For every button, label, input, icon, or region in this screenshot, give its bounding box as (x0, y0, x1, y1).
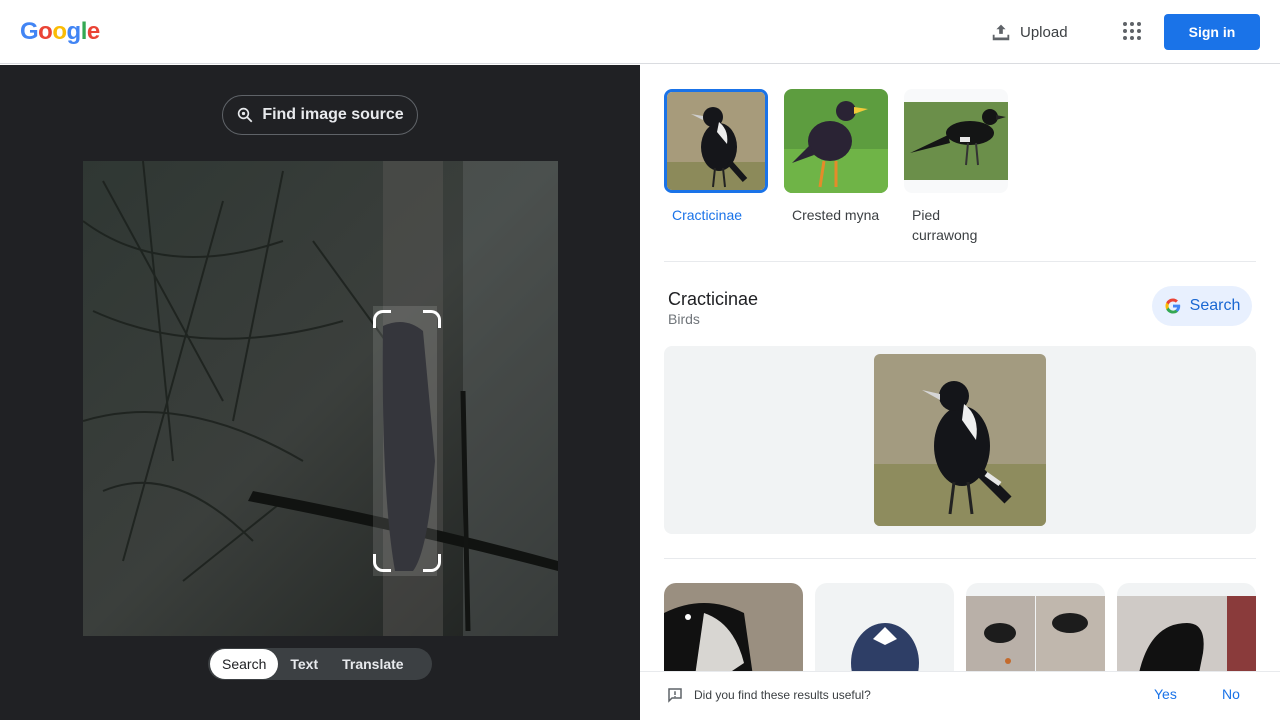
logo-letter: e (86, 18, 100, 45)
chip-thumbnail (784, 89, 888, 193)
upload-icon (992, 24, 1010, 41)
result-thumbnail[interactable] (664, 583, 803, 683)
feedback-no-button[interactable]: No (1222, 686, 1240, 702)
tab-search[interactable]: Search (210, 649, 279, 679)
sign-in-button[interactable]: Sign in (1164, 14, 1260, 50)
chip-thumbnail (904, 89, 1008, 193)
results-panel: Cracticinae Crested myna Pied currawong … (640, 65, 1280, 720)
apps-grid-icon[interactable] (1118, 18, 1146, 46)
entity-image (874, 354, 1046, 526)
logo-letter: o (38, 18, 53, 45)
entity-chips: Cracticinae Crested myna Pied currawong (664, 89, 1008, 245)
entity-subtitle: Birds (668, 311, 700, 327)
top-bar: Google Upload Sign in (0, 0, 1280, 64)
google-search-button[interactable]: Search (1152, 286, 1252, 326)
chip-cracticinae[interactable]: Cracticinae (664, 89, 768, 245)
chip-thumbnail (664, 89, 768, 193)
logo-letter: g (66, 18, 82, 45)
visual-matches (664, 583, 1256, 683)
source-image-panel: Find image source Search Text Translate (0, 65, 640, 720)
mode-tabs: Search Text Translate (208, 648, 432, 680)
divider (664, 261, 1256, 262)
google-search-label: Search (1189, 297, 1241, 314)
chip-label: Crested myna (792, 207, 880, 223)
chip-label: Cracticinae (672, 207, 743, 223)
google-g-icon (1165, 298, 1180, 314)
result-thumbnail[interactable] (966, 583, 1105, 683)
chip-pied-currawong[interactable]: Pied currawong (904, 89, 1008, 245)
feedback-bar: Did you find these results useful? Yes N… (640, 671, 1280, 720)
find-image-source-button[interactable]: Find image source (222, 95, 418, 135)
entity-image-card[interactable] (664, 346, 1256, 534)
crop-handle-top-right[interactable] (423, 310, 441, 328)
tab-text[interactable]: Text (278, 649, 330, 679)
upload-label: Upload (1020, 23, 1068, 41)
uploaded-image (83, 161, 558, 636)
entity-title: Cracticinae (668, 289, 759, 309)
lens-search-icon (238, 107, 253, 123)
crop-handle-top-left[interactable] (373, 310, 391, 328)
crop-handle-bottom-right[interactable] (423, 554, 441, 572)
crop-handle-bottom-left[interactable] (373, 554, 391, 572)
chip-label: Pied currawong (912, 207, 978, 243)
chip-crested-myna[interactable]: Crested myna (784, 89, 888, 245)
find-image-source-label: Find image source (262, 106, 404, 123)
feedback-icon (668, 688, 682, 703)
divider (664, 558, 1256, 559)
logo-letter: o (52, 18, 67, 45)
logo-letter: G (20, 18, 39, 45)
tab-translate[interactable]: Translate (330, 649, 415, 679)
crop-selection-box[interactable] (373, 310, 441, 572)
google-logo[interactable]: Google (20, 18, 100, 46)
result-thumbnail[interactable] (1117, 583, 1256, 683)
upload-button[interactable]: Upload (990, 18, 1068, 46)
feedback-yes-button[interactable]: Yes (1154, 686, 1177, 702)
result-thumbnail[interactable] (815, 583, 954, 683)
feedback-question: Did you find these results useful? (694, 688, 871, 702)
